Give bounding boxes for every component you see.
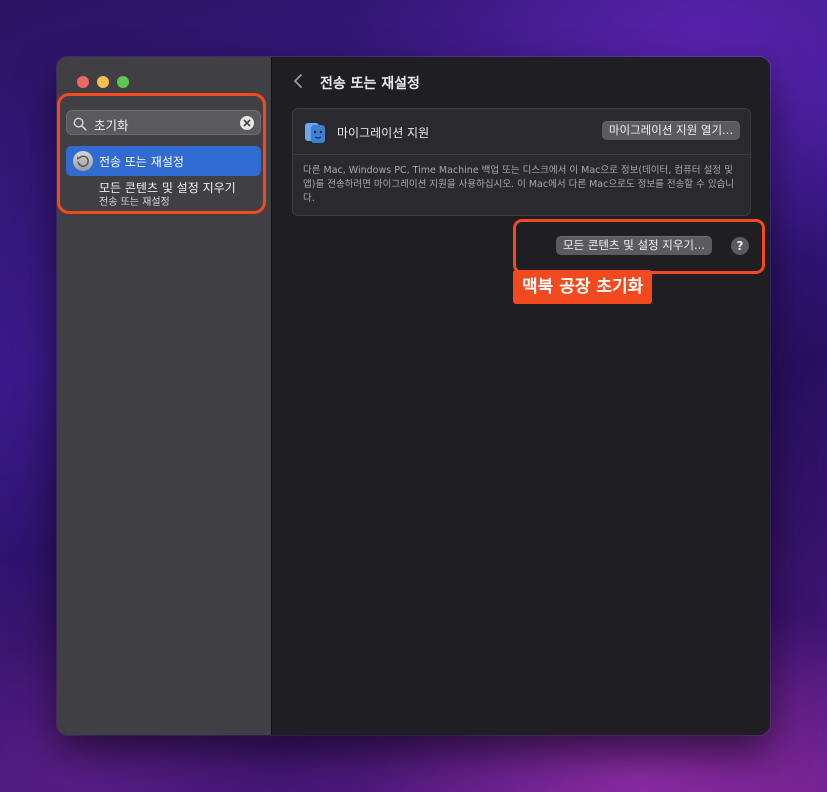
migration-assistant-icon [303, 120, 327, 144]
close-button[interactable] [77, 76, 89, 88]
migration-description: 다른 Mac, Windows PC, Time Machine 백업 또는 디… [303, 165, 735, 204]
migration-card: 마이그레이션 지원 마이그레이션 지원 열기... 다른 Mac, Window… [292, 108, 751, 216]
highlight-box-erase [513, 219, 765, 274]
migration-label: 마이그레이션 지원 [337, 126, 430, 140]
page-title: 전송 또는 재설정 [320, 76, 420, 92]
settings-window: 초기화 전송 또는 재설정 모든 콘텐츠 및 설정 지우기 전송 또는 재설정 [57, 57, 770, 735]
highlight-box-search [57, 93, 266, 214]
minimize-button[interactable] [97, 76, 109, 88]
main-pane: 전송 또는 재설정 마이그레이션 지원 마이그레이션 지원 열기... 다른 M… [272, 57, 770, 735]
window-controls [77, 76, 129, 88]
annotation-callout: 맥북 공장 초기화 [513, 270, 653, 304]
zoom-button[interactable] [117, 76, 129, 88]
sidebar: 초기화 전송 또는 재설정 모든 콘텐츠 및 설정 지우기 전송 또는 재설정 [57, 57, 272, 735]
divider [293, 154, 750, 155]
chevron-left-icon[interactable] [292, 73, 304, 89]
open-migration-assistant-button[interactable]: 마이그레이션 지원 열기... [601, 121, 740, 140]
